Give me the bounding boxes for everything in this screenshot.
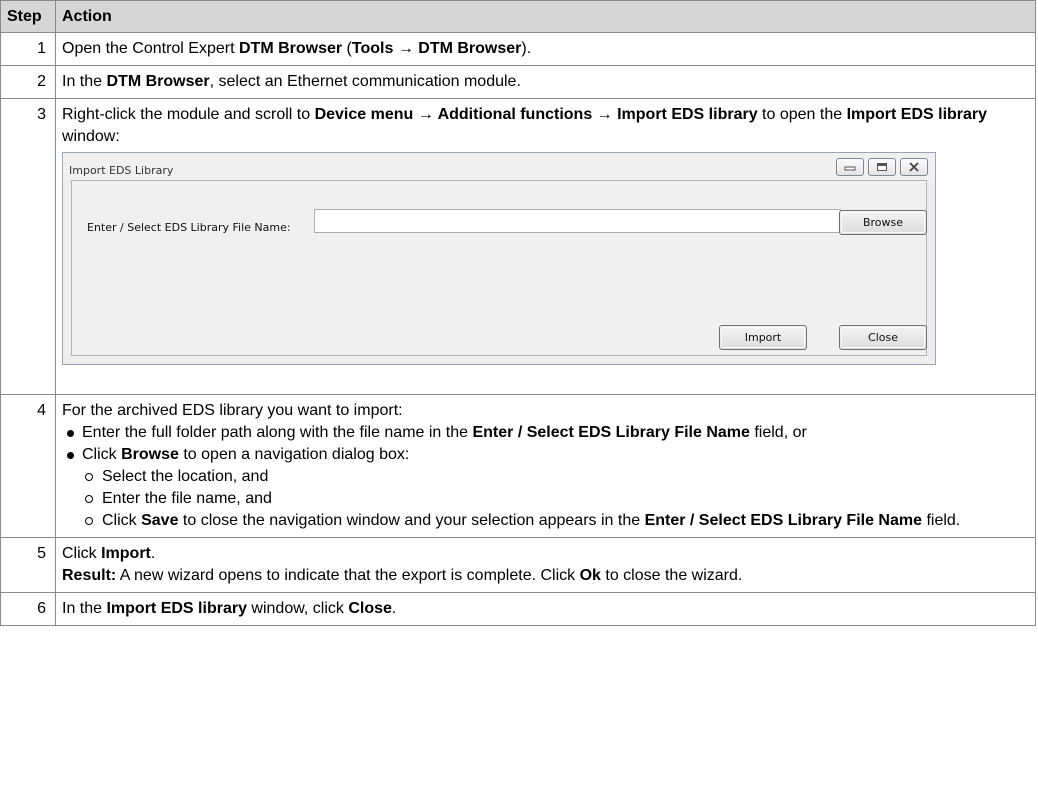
file-name-input[interactable]	[314, 209, 841, 233]
text: Click	[62, 545, 102, 562]
text: , select an Ethernet communication modul…	[209, 73, 521, 90]
step-action: For the archived EDS library you want to…	[55, 394, 1036, 538]
step-action: Click Import. Result: A new wizard opens…	[55, 537, 1036, 593]
table-row: 6 In the Import EDS library window, clic…	[0, 592, 1036, 626]
text: Click	[82, 446, 122, 463]
list-item: Enter the full folder path along with th…	[62, 422, 1029, 444]
step-action: Open the Control Expert DTM Browser (Too…	[55, 32, 1036, 66]
bold-text: Tools → DTM Browser	[351, 40, 522, 57]
text: A new wizard opens to indicate that the …	[116, 567, 580, 584]
bold-text: Save	[141, 512, 179, 529]
text: field, or	[749, 424, 807, 441]
close-button-label: Close	[841, 327, 925, 348]
step-number: 1	[0, 32, 56, 66]
text: to close the wizard.	[600, 567, 743, 584]
bold-text: Device menu → Additional functions → Imp…	[314, 106, 758, 123]
list-item: Click Browse to open a navigation dialog…	[62, 444, 1029, 532]
text: window, click	[246, 600, 349, 617]
header-row: Step Action	[0, 0, 1036, 33]
text: to open the	[757, 106, 847, 123]
close-button[interactable]: Close	[839, 325, 927, 350]
dialog-title: Import EDS Library	[69, 164, 174, 177]
text: field.	[922, 512, 961, 529]
dialog-titlebar: Import EDS Library	[63, 153, 935, 180]
bold-text: Enter / Select EDS Library File Name	[472, 424, 750, 441]
dialog-body: Enter / Select EDS Library File Name: Br…	[71, 180, 927, 356]
step-action: In the DTM Browser, select an Ethernet c…	[55, 65, 1036, 99]
browse-button[interactable]: Browse	[839, 210, 927, 235]
table-row: 4 For the archived EDS library you want …	[0, 394, 1036, 538]
step-number: 5	[0, 537, 56, 593]
text: to open a navigation dialog box:	[178, 446, 410, 463]
text: to close the navigation window and your …	[178, 512, 645, 529]
text: window:	[62, 128, 120, 145]
text: Right-click the module and scroll to	[62, 106, 315, 123]
text: Enter the full folder path along with th…	[82, 424, 473, 441]
bold-text: DTM Browser	[106, 73, 210, 90]
table-row: 2 In the DTM Browser, select an Ethernet…	[0, 65, 1036, 99]
step-column-header: Step	[0, 0, 56, 33]
bold-text: Browse	[121, 446, 179, 463]
bold-text: Ok	[579, 567, 601, 584]
step-number: 2	[0, 65, 56, 99]
bold-text: Import EDS library	[846, 106, 988, 123]
bold-text: DTM Browser	[238, 40, 343, 57]
import-eds-library-dialog: Import EDS Library Enter / Select EDS Li…	[62, 152, 936, 365]
sub-bullet-list: Select the location, and Enter the file …	[82, 466, 1029, 532]
bold-text: Enter / Select EDS Library File Name	[644, 512, 922, 529]
close-icon	[909, 162, 919, 172]
text: In the	[62, 600, 107, 617]
step-action: Right-click the module and scroll to Dev…	[55, 98, 1036, 395]
step-action: In the Import EDS library window, click …	[55, 592, 1036, 626]
step-number: 6	[0, 592, 56, 626]
bold-text: Import	[101, 545, 151, 562]
result-label: Result:	[62, 567, 117, 584]
step-number: 3	[0, 98, 56, 395]
action-column-header: Action	[55, 0, 1036, 33]
file-name-label: Enter / Select EDS Library File Name:	[87, 221, 291, 234]
result-text: Result: A new wizard opens to indicate t…	[62, 565, 1029, 587]
table-row: 1 Open the Control Expert DTM Browser (T…	[0, 32, 1036, 66]
text: .	[150, 545, 156, 562]
list-item: Click Save to close the navigation windo…	[82, 510, 1029, 532]
close-window-button[interactable]	[900, 158, 928, 176]
text: Open the Control Expert	[62, 40, 239, 57]
text: (	[342, 40, 352, 57]
step-text: Click Import.	[62, 543, 1029, 565]
text: ).	[521, 40, 532, 57]
table-row: 5 Click Import. Result: A new wizard ope…	[0, 537, 1036, 593]
procedure-table: Step Action 1 Open the Control Expert DT…	[0, 0, 1036, 626]
import-button[interactable]: Import	[719, 325, 807, 350]
text: .	[391, 600, 397, 617]
table-row: 3 Right-click the module and scroll to D…	[0, 98, 1036, 395]
list-item: Select the location, and	[82, 466, 1029, 488]
bold-text: Import EDS library	[106, 600, 247, 617]
bold-text: Close	[348, 600, 392, 617]
step-number: 4	[0, 394, 56, 538]
step-text: Right-click the module and scroll to Dev…	[62, 104, 1029, 148]
browse-button-label: Browse	[841, 212, 925, 233]
text: In the	[62, 73, 107, 90]
minimize-button[interactable]	[836, 158, 864, 176]
bullet-list: Enter the full folder path along with th…	[62, 422, 1029, 532]
maximize-icon	[877, 163, 887, 171]
text: Click	[102, 512, 142, 529]
maximize-button[interactable]	[868, 158, 896, 176]
minimize-icon	[844, 166, 856, 171]
step-text: For the archived EDS library you want to…	[62, 402, 403, 419]
list-item: Enter the file name, and	[82, 488, 1029, 510]
import-button-label: Import	[721, 327, 805, 348]
